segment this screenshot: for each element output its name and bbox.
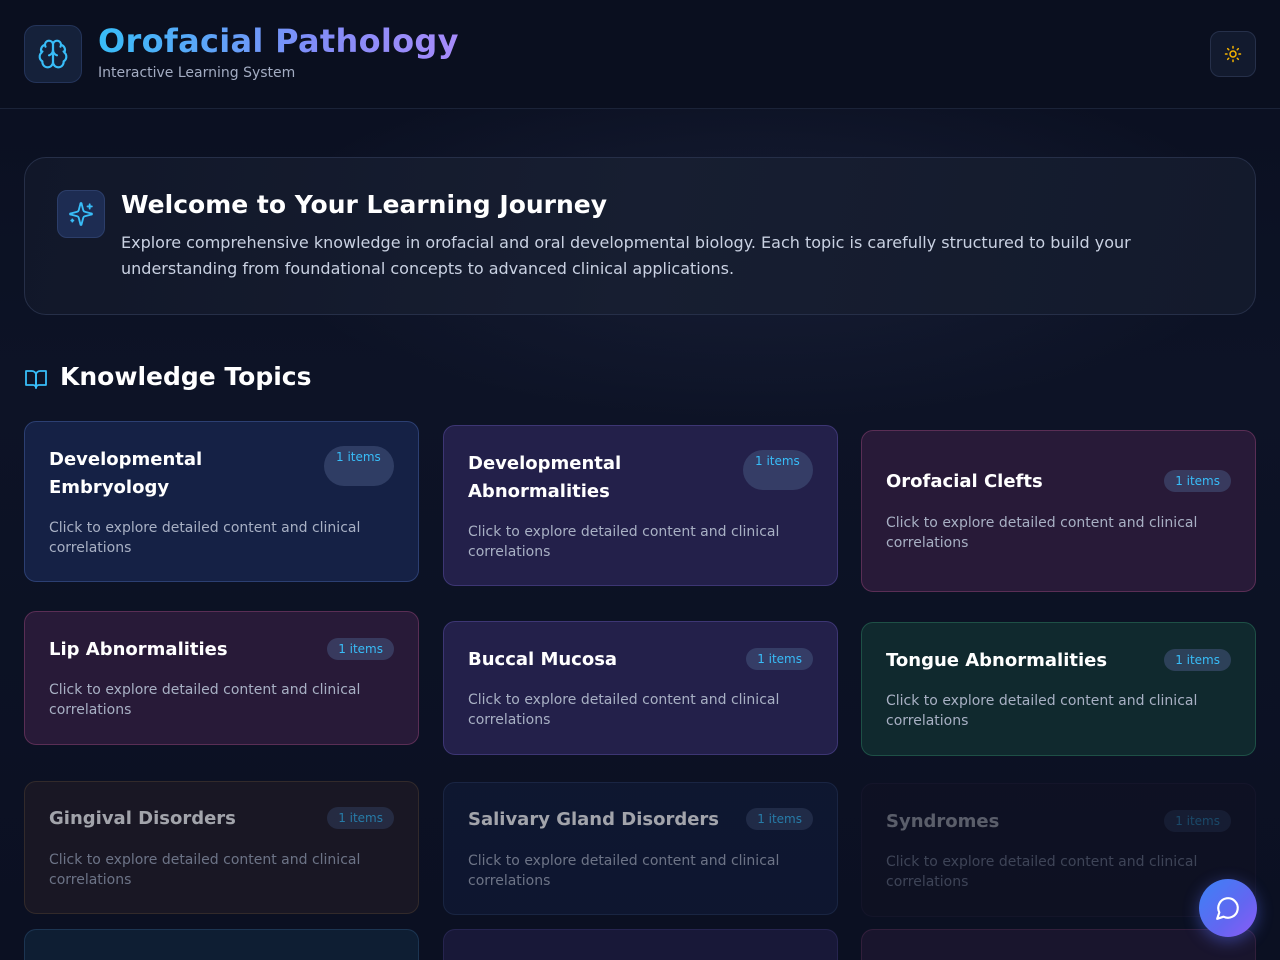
- theme-toggle-button[interactable]: [1210, 31, 1256, 77]
- topic-card[interactable]: Buccal Mucosa 1 items Click to explore d…: [443, 621, 838, 755]
- topic-card-title: Salivary Gland Disorders: [468, 809, 720, 830]
- topic-card-title: Developmental Abnormalities: [468, 453, 622, 502]
- topic-card-description: Click to explore detailed content and cl…: [49, 520, 361, 556]
- app-title: Orofacial Pathology: [98, 22, 459, 60]
- chat-bubble-icon: [1216, 897, 1239, 920]
- topic-card-description: Click to explore detailed content and cl…: [886, 854, 1198, 890]
- topic-card[interactable]: Lip Abnormalities 1 items Click to explo…: [24, 611, 419, 745]
- topic-card-title: Buccal Mucosa: [468, 649, 618, 670]
- topic-card-partial[interactable]: [24, 929, 419, 960]
- section-title: Knowledge Topics: [60, 362, 312, 391]
- brain-icon: [38, 39, 68, 69]
- welcome-text: Explore comprehensive knowledge in orofa…: [121, 233, 1131, 278]
- topic-card[interactable]: Syndromes 1 items Click to explore detai…: [861, 783, 1256, 917]
- topic-card-partial[interactable]: [861, 929, 1256, 960]
- topic-card-partial[interactable]: [443, 929, 838, 960]
- topic-card-title: Orofacial Clefts: [886, 471, 1043, 492]
- book-open-icon: [25, 370, 47, 389]
- topic-card-title: Developmental Embryology: [49, 449, 203, 498]
- topic-card-badge: 1 items: [746, 648, 813, 670]
- topic-card-description: Click to explore detailed content and cl…: [468, 853, 780, 889]
- topic-card-badge: 1 items: [1164, 649, 1231, 671]
- topic-card[interactable]: Gingival Disorders 1 items Click to expl…: [24, 781, 419, 914]
- topic-card-title: Syndromes: [886, 811, 1000, 832]
- topic-card-badge: 1 items: [1164, 810, 1231, 832]
- topic-card-description: Click to explore detailed content and cl…: [49, 852, 361, 888]
- welcome-panel: Welcome to Your Learning Journey Explore…: [24, 157, 1256, 315]
- topic-card-description: Click to explore detailed content and cl…: [886, 693, 1198, 729]
- topic-card-badge: 1 items: [327, 638, 394, 660]
- app-logo: [24, 25, 82, 83]
- topic-card[interactable]: Developmental Abnormalities 1 items Clic…: [443, 425, 838, 586]
- topic-card-title: Lip Abnormalities: [49, 639, 228, 660]
- topic-card-description: Click to explore detailed content and cl…: [468, 692, 780, 728]
- app-header: Orofacial Pathology Interactive Learning…: [0, 0, 1280, 109]
- topic-card-badge: 1 items: [324, 446, 394, 486]
- topic-card[interactable]: Orofacial Clefts 1 items Click to explor…: [861, 430, 1256, 592]
- topic-card-description: Click to explore detailed content and cl…: [468, 524, 780, 560]
- topic-card[interactable]: Developmental Embryology 1 items Click t…: [24, 421, 419, 582]
- welcome-title: Welcome to Your Learning Journey: [121, 190, 608, 219]
- topic-card-badge: 1 items: [746, 808, 813, 830]
- app-subtitle: Interactive Learning System: [98, 65, 296, 81]
- topic-card-description: Click to explore detailed content and cl…: [49, 682, 361, 718]
- sun-icon: [1224, 45, 1242, 63]
- topic-card[interactable]: Salivary Gland Disorders 1 items Click t…: [443, 782, 838, 915]
- topic-card-title: Tongue Abnormalities: [886, 650, 1108, 671]
- chat-button[interactable]: [1199, 879, 1257, 937]
- sparkles-icon: [69, 202, 93, 226]
- topic-card-description: Click to explore detailed content and cl…: [886, 515, 1198, 551]
- topic-card-badge: 1 items: [1164, 470, 1231, 492]
- topic-card-title: Gingival Disorders: [49, 808, 236, 829]
- topic-card[interactable]: Tongue Abnormalities 1 items Click to ex…: [861, 622, 1256, 756]
- welcome-icon-box: [57, 190, 105, 238]
- topic-card-badge: 1 items: [743, 450, 813, 490]
- topic-card-badge: 1 items: [327, 807, 394, 829]
